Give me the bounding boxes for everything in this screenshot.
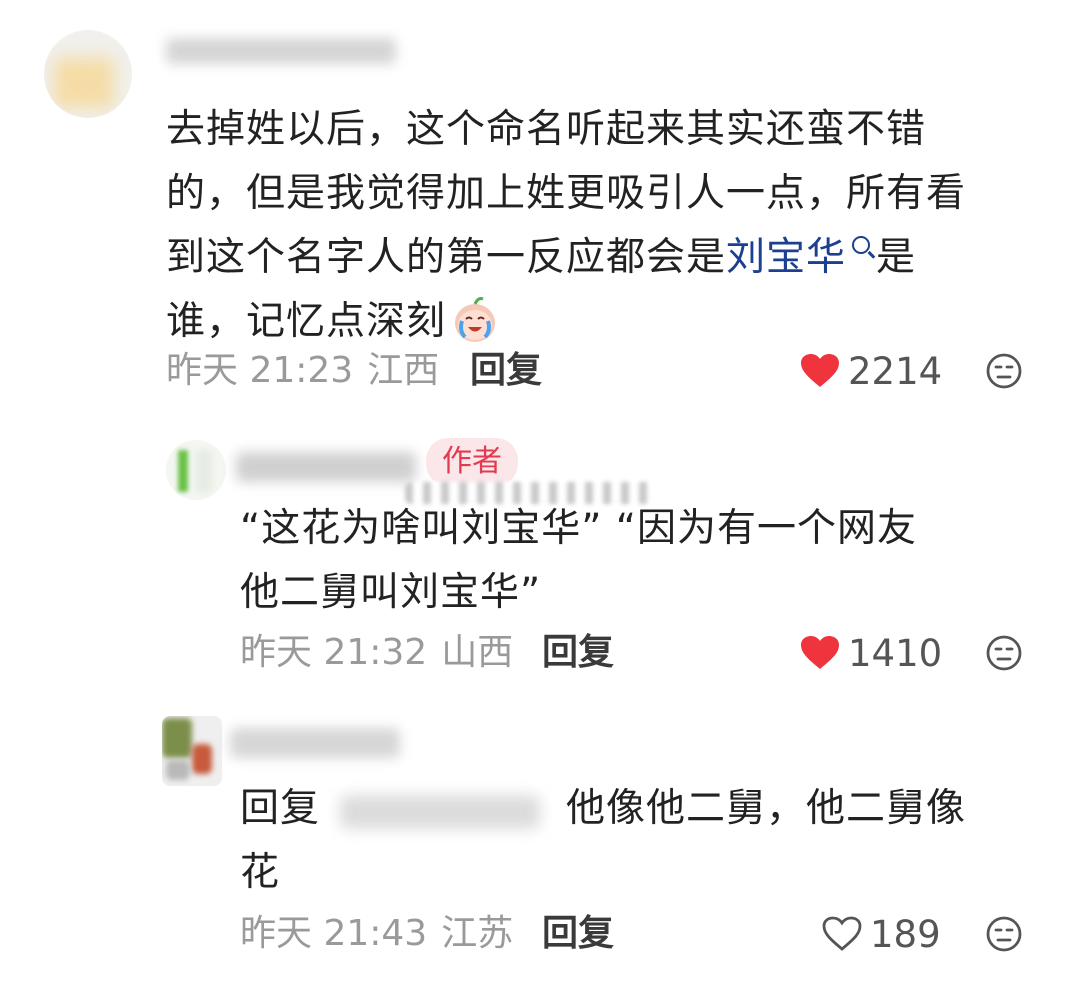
timestamp: 昨天 21:43 xyxy=(240,913,428,954)
timestamp: 昨天 21:23 xyxy=(166,350,354,391)
comment-line: “这花为啥叫刘宝华” “因为有一个网友 xyxy=(240,506,918,551)
comment-text: 回复 他像他二舅，他二舅像 花 xyxy=(240,777,1060,905)
comment-line: 花 xyxy=(240,850,281,895)
timestamp: 昨天 21:32 xyxy=(240,632,428,673)
comment-line: 去掉姓以后，这个命名听起来其实还蛮不错 xyxy=(166,107,927,152)
comment-thread: 去掉姓以后，这个命名听起来其实还蛮不错 的，但是我觉得加上姓更吸引人一点，所有看… xyxy=(0,0,1080,989)
comment-line: 谁，记忆点深刻 xyxy=(166,299,447,344)
reply-button[interactable]: 回复 xyxy=(542,912,614,956)
cry-laugh-emoji-icon xyxy=(455,296,496,342)
comment-line: 的，但是我觉得加上姓更吸引人一点，所有看 xyxy=(166,171,967,216)
location: 江西 xyxy=(367,350,440,391)
like-count: 1410 xyxy=(848,631,943,675)
location: 江苏 xyxy=(441,913,514,954)
like-button[interactable]: 2214 xyxy=(800,349,942,393)
dislike-face-icon[interactable] xyxy=(985,915,1023,953)
like-count: 189 xyxy=(870,912,941,956)
dislike-face-icon[interactable] xyxy=(985,634,1023,672)
like-button[interactable]: 189 xyxy=(822,912,941,956)
search-link[interactable]: 刘宝华 xyxy=(726,235,846,280)
username-blurred[interactable] xyxy=(236,446,416,486)
comment-line: 是 xyxy=(876,235,917,280)
mentioned-user-blurred[interactable] xyxy=(340,791,541,831)
comment-meta: 昨天 21:43 江苏 xyxy=(240,912,513,956)
dislike-face-icon[interactable] xyxy=(985,352,1023,390)
heart-filled-icon xyxy=(801,636,839,669)
user-avatar[interactable] xyxy=(166,440,226,500)
reply-prefix: 回复 xyxy=(240,786,321,831)
comment-line: 他像他二舅，他二舅像 xyxy=(566,786,967,831)
like-count: 2214 xyxy=(848,349,943,393)
search-icon[interactable] xyxy=(852,236,871,254)
comment-meta: 昨天 21:32 山西 xyxy=(240,631,513,675)
username-blurred[interactable] xyxy=(230,722,400,762)
heart-filled-icon xyxy=(801,354,839,387)
heart-outline-icon xyxy=(822,916,862,951)
location: 山西 xyxy=(441,632,514,673)
reply-button[interactable]: 回复 xyxy=(542,631,614,675)
comment-meta: 昨天 21:23 江西 xyxy=(166,349,439,393)
user-avatar[interactable] xyxy=(44,30,132,118)
comment-text: “这花为啥叫刘宝华” “因为有一个网友 他二舅叫刘宝华” xyxy=(240,497,1060,625)
comment-line: 到这个名字人的第一反应都会是 xyxy=(166,235,727,280)
comment-line: 他二舅叫刘宝华” xyxy=(240,570,542,615)
comment-text: 去掉姓以后，这个命名听起来其实还蛮不错 的，但是我觉得加上姓更吸引人一点，所有看… xyxy=(166,98,1066,354)
username-blurred[interactable] xyxy=(166,34,396,68)
reply-button[interactable]: 回复 xyxy=(470,349,542,393)
like-button[interactable]: 1410 xyxy=(800,631,942,675)
user-avatar[interactable] xyxy=(162,716,222,786)
